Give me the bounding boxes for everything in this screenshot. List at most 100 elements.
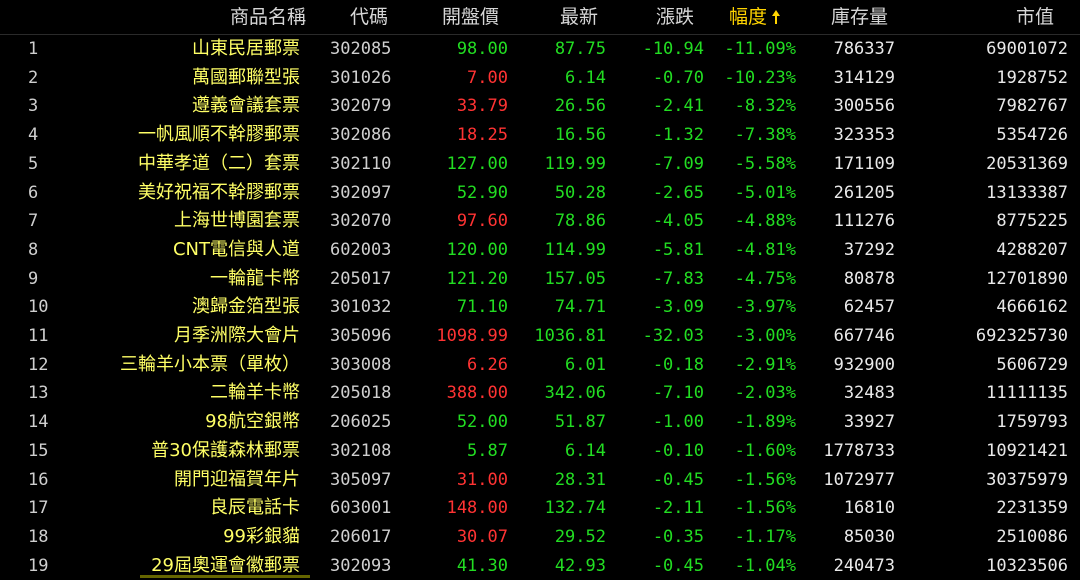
table-row[interactable]: 7 上海世博園套票 302070 97.60 78.86 -4.05 -4.88% 11127… bbox=[0, 207, 1080, 236]
market-value: 4288207 bbox=[996, 239, 1068, 260]
product-code: 302070 bbox=[330, 211, 392, 232]
col-header-change[interactable]: 漲跌 bbox=[656, 0, 694, 34]
stock-quantity: 85030 bbox=[843, 526, 895, 547]
market-value: 2231359 bbox=[996, 498, 1068, 519]
open-price: 97.60 bbox=[456, 211, 508, 232]
product-name: 中華孝道（二）套票 bbox=[138, 152, 300, 174]
product-code: 205017 bbox=[330, 268, 392, 289]
change-value: -1.32 bbox=[652, 125, 704, 146]
open-price: 52.00 bbox=[456, 412, 508, 433]
change-value: -0.45 bbox=[652, 555, 704, 576]
change-percent: -8.32% bbox=[734, 96, 796, 117]
stock-quantity: 1778733 bbox=[823, 440, 895, 461]
table-row[interactable]: 4 一帆風順不幹膠郵票 302086 18.25 16.56 -1.32 -7.38% 323… bbox=[0, 121, 1080, 150]
row-index: 8 bbox=[28, 239, 39, 260]
market-value: 4666162 bbox=[996, 297, 1068, 318]
row-index: 9 bbox=[28, 268, 39, 289]
latest-price: 342.06 bbox=[544, 383, 606, 404]
change-percent: -5.58% bbox=[734, 153, 796, 174]
stock-quantity: 16810 bbox=[843, 498, 895, 519]
open-price: 98.00 bbox=[456, 39, 508, 59]
open-price: 1098.99 bbox=[436, 326, 508, 346]
col-header-stock[interactable]: 庫存量 bbox=[831, 0, 888, 34]
product-code: 303008 bbox=[330, 354, 392, 375]
latest-price: 74.71 bbox=[554, 297, 606, 318]
table-row[interactable]: 14 98航空銀幣 206025 52.00 51.87 -1.00 -1.89% 33927… bbox=[0, 408, 1080, 437]
change-value: -0.70 bbox=[652, 67, 704, 88]
open-price: 7.00 bbox=[467, 67, 508, 88]
row-index: 11 bbox=[28, 326, 49, 346]
market-value: 10921421 bbox=[986, 440, 1068, 461]
table-row[interactable]: 8 CNT電信與人道 602003 120.00 114.99 -5.81 -4.81% 37… bbox=[0, 236, 1080, 265]
product-name: 良辰電話卡 bbox=[210, 497, 300, 519]
change-value: -7.09 bbox=[652, 153, 704, 174]
product-code: 603001 bbox=[330, 498, 392, 519]
change-value: -1.00 bbox=[652, 412, 704, 433]
table-header: 商品名稱 代碼 開盤價 最新 漲跌 幅度 庫存量 市值 bbox=[0, 0, 1080, 35]
table-row[interactable]: 6 美好祝福不幹膠郵票 302097 52.90 50.28 -2.65 -5.01% 261… bbox=[0, 179, 1080, 208]
latest-price: 119.99 bbox=[544, 153, 606, 174]
open-price: 388.00 bbox=[446, 383, 508, 404]
change-percent: -1.60% bbox=[734, 440, 796, 461]
table-row[interactable]: 13 二輪羊卡幣 205018 388.00 342.06 -7.10 -2.03% 3248… bbox=[0, 379, 1080, 408]
stock-quantity: 314129 bbox=[833, 67, 895, 88]
row-index: 5 bbox=[28, 153, 39, 174]
table-row[interactable]: 2 萬國郵聯型張 301026 7.00 6.14 -0.70 -10.23% 314129 1… bbox=[0, 64, 1080, 93]
market-value: 692325730 bbox=[975, 326, 1068, 346]
table-row[interactable]: 11 月季洲際大會片 305096 1098.99 1036.81 -32.03 -3.00… bbox=[0, 322, 1080, 351]
latest-price: 16.56 bbox=[554, 125, 606, 146]
product-name: 99彩銀貓 bbox=[223, 525, 300, 547]
open-price: 120.00 bbox=[446, 239, 508, 260]
col-header-pct[interactable]: 幅度 bbox=[729, 0, 781, 34]
change-value: -0.45 bbox=[652, 469, 704, 490]
latest-price: 51.87 bbox=[554, 412, 606, 433]
table-row[interactable]: 12 三輪羊小本票（單枚） 303008 6.26 6.01 -0.18 -2.91% 932… bbox=[0, 351, 1080, 380]
product-name: 98航空銀幣 bbox=[205, 411, 300, 433]
stock-quantity: 171109 bbox=[833, 153, 895, 174]
table-row[interactable]: 5 中華孝道（二）套票 302110 127.00 119.99 -7.09 -5.58% 1… bbox=[0, 150, 1080, 179]
product-code: 206017 bbox=[330, 526, 392, 547]
row-index: 4 bbox=[28, 125, 39, 146]
product-name: 美好祝福不幹膠郵票 bbox=[138, 181, 300, 203]
col-header-code[interactable]: 代碼 bbox=[350, 0, 388, 34]
table-row[interactable]: 17 良辰電話卡 603001 148.00 132.74 -2.11 -1.56% 1681… bbox=[0, 494, 1080, 523]
product-name: 上海世博園套票 bbox=[174, 210, 300, 232]
change-percent: -1.56% bbox=[734, 469, 796, 490]
stock-quantity: 1072977 bbox=[823, 469, 895, 490]
product-code: 305096 bbox=[330, 326, 392, 346]
table-row[interactable]: 15 普30保護森林郵票 302108 5.87 6.14 -0.10 -1.60% 1778… bbox=[0, 437, 1080, 466]
change-value: -7.10 bbox=[652, 383, 704, 404]
product-name: 一輪龍卡幣 bbox=[210, 267, 300, 289]
product-name: 普30保護森林郵票 bbox=[151, 439, 300, 461]
market-value: 12701890 bbox=[986, 268, 1068, 289]
col-header-name[interactable]: 商品名稱 bbox=[230, 0, 306, 34]
market-value: 69001072 bbox=[986, 39, 1068, 59]
latest-price: 132.74 bbox=[544, 498, 606, 519]
open-price: 148.00 bbox=[446, 498, 508, 519]
table-row[interactable]: 1 山東民居郵票 302085 98.00 87.75 -10.94 -11.09% 7863… bbox=[0, 35, 1080, 64]
product-code: 302097 bbox=[330, 182, 392, 203]
table-row[interactable]: 16 開門迎福賀年片 305097 31.00 28.31 -0.45 -1.56% 1072… bbox=[0, 466, 1080, 495]
table-row[interactable]: 9 一輪龍卡幣 205017 121.20 157.05 -7.83 -4.75% 80878… bbox=[0, 265, 1080, 294]
table-row[interactable]: 18 99彩銀貓 206017 30.07 29.52 -0.35 -1.17% 85030 2… bbox=[0, 523, 1080, 552]
change-value: -32.03 bbox=[642, 326, 704, 346]
change-percent: -1.89% bbox=[734, 412, 796, 433]
change-percent: -2.91% bbox=[734, 354, 796, 375]
change-percent: -4.75% bbox=[734, 268, 796, 289]
stock-quantity: 62457 bbox=[843, 297, 895, 318]
change-percent: -7.38% bbox=[734, 125, 796, 146]
stock-quantity: 32483 bbox=[843, 383, 895, 404]
col-header-latest[interactable]: 最新 bbox=[560, 0, 598, 34]
col-header-open[interactable]: 開盤價 bbox=[442, 0, 499, 34]
product-code: 206025 bbox=[330, 412, 392, 433]
change-percent: -1.56% bbox=[734, 498, 796, 519]
row-index: 13 bbox=[28, 383, 49, 404]
table-row[interactable]: 3 遵義會議套票 302079 33.79 26.56 -2.41 -8.32% 300556… bbox=[0, 92, 1080, 121]
latest-price: 114.99 bbox=[544, 239, 606, 260]
table-row[interactable]: 10 澳歸金箔型張 301032 71.10 74.71 -3.09 -3.97% 62457… bbox=[0, 293, 1080, 322]
latest-price: 78.86 bbox=[554, 211, 606, 232]
market-value: 11111135 bbox=[986, 383, 1068, 404]
col-header-mktcap[interactable]: 市值 bbox=[1016, 0, 1054, 34]
open-price: 71.10 bbox=[456, 297, 508, 318]
open-price: 121.20 bbox=[446, 268, 508, 289]
